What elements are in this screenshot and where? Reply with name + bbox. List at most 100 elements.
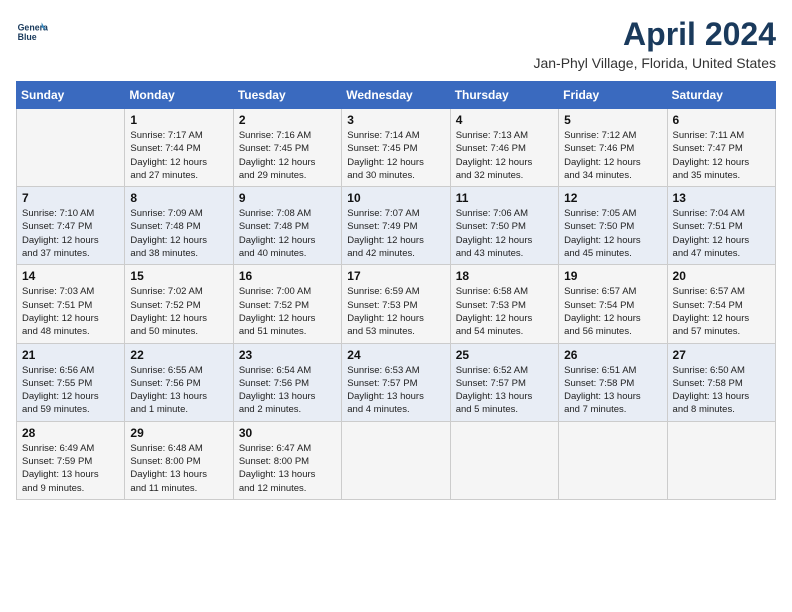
day-detail: Sunrise: 6:53 AM Sunset: 7:57 PM Dayligh… xyxy=(347,364,444,417)
day-detail: Sunrise: 7:02 AM Sunset: 7:52 PM Dayligh… xyxy=(130,285,227,338)
day-number: 18 xyxy=(456,269,553,283)
day-detail: Sunrise: 6:52 AM Sunset: 7:57 PM Dayligh… xyxy=(456,364,553,417)
day-number: 13 xyxy=(673,191,770,205)
calendar-cell xyxy=(450,421,558,499)
logo-icon: General Blue xyxy=(16,16,48,48)
logo: General Blue xyxy=(16,16,48,48)
day-number: 29 xyxy=(130,426,227,440)
day-number: 20 xyxy=(673,269,770,283)
weekday-header-saturday: Saturday xyxy=(667,82,775,109)
day-detail: Sunrise: 6:56 AM Sunset: 7:55 PM Dayligh… xyxy=(22,364,119,417)
weekday-header-row: SundayMondayTuesdayWednesdayThursdayFrid… xyxy=(17,82,776,109)
calendar-cell: 19 Sunrise: 6:57 AM Sunset: 7:54 PM Dayli… xyxy=(559,265,667,343)
calendar-cell: 23 Sunrise: 6:54 AM Sunset: 7:56 PM Dayli… xyxy=(233,343,341,421)
day-detail: Sunrise: 7:03 AM Sunset: 7:51 PM Dayligh… xyxy=(22,285,119,338)
calendar-subtitle: Jan-Phyl Village, Florida, United States xyxy=(533,55,776,71)
day-detail: Sunrise: 6:54 AM Sunset: 7:56 PM Dayligh… xyxy=(239,364,336,417)
day-number: 8 xyxy=(130,191,227,205)
day-number: 21 xyxy=(22,348,119,362)
weekday-header-thursday: Thursday xyxy=(450,82,558,109)
day-detail: Sunrise: 7:13 AM Sunset: 7:46 PM Dayligh… xyxy=(456,129,553,182)
calendar-cell: 3 Sunrise: 7:14 AM Sunset: 7:45 PM Daylig… xyxy=(342,109,450,187)
day-detail: Sunrise: 7:11 AM Sunset: 7:47 PM Dayligh… xyxy=(673,129,770,182)
calendar-cell xyxy=(667,421,775,499)
calendar-cell: 7 Sunrise: 7:10 AM Sunset: 7:47 PM Daylig… xyxy=(17,187,125,265)
day-detail: Sunrise: 7:17 AM Sunset: 7:44 PM Dayligh… xyxy=(130,129,227,182)
calendar-cell: 14Sunrise: 7:03 AM Sunset: 7:51 PM Dayli… xyxy=(17,265,125,343)
week-row-3: 14Sunrise: 7:03 AM Sunset: 7:51 PM Dayli… xyxy=(17,265,776,343)
day-detail: Sunrise: 7:08 AM Sunset: 7:48 PM Dayligh… xyxy=(239,207,336,260)
day-detail: Sunrise: 7:09 AM Sunset: 7:48 PM Dayligh… xyxy=(130,207,227,260)
day-detail: Sunrise: 6:48 AM Sunset: 8:00 PM Dayligh… xyxy=(130,442,227,495)
day-number: 19 xyxy=(564,269,661,283)
day-number: 30 xyxy=(239,426,336,440)
day-detail: Sunrise: 6:57 AM Sunset: 7:54 PM Dayligh… xyxy=(564,285,661,338)
calendar-cell: 26 Sunrise: 6:51 AM Sunset: 7:58 PM Dayli… xyxy=(559,343,667,421)
day-detail: Sunrise: 7:04 AM Sunset: 7:51 PM Dayligh… xyxy=(673,207,770,260)
day-number: 7 xyxy=(22,191,119,205)
day-detail: Sunrise: 6:55 AM Sunset: 7:56 PM Dayligh… xyxy=(130,364,227,417)
calendar-cell: 15 Sunrise: 7:02 AM Sunset: 7:52 PM Dayli… xyxy=(125,265,233,343)
day-detail: Sunrise: 7:06 AM Sunset: 7:50 PM Dayligh… xyxy=(456,207,553,260)
day-number: 2 xyxy=(239,113,336,127)
day-number: 1 xyxy=(130,113,227,127)
day-detail: Sunrise: 7:05 AM Sunset: 7:50 PM Dayligh… xyxy=(564,207,661,260)
day-number: 27 xyxy=(673,348,770,362)
day-detail: Sunrise: 6:51 AM Sunset: 7:58 PM Dayligh… xyxy=(564,364,661,417)
calendar-cell: 11Sunrise: 7:06 AM Sunset: 7:50 PM Dayli… xyxy=(450,187,558,265)
calendar-cell: 29 Sunrise: 6:48 AM Sunset: 8:00 PM Dayli… xyxy=(125,421,233,499)
weekday-header-tuesday: Tuesday xyxy=(233,82,341,109)
calendar-cell: 25Sunrise: 6:52 AM Sunset: 7:57 PM Dayli… xyxy=(450,343,558,421)
calendar-cell: 13 Sunrise: 7:04 AM Sunset: 7:51 PM Dayli… xyxy=(667,187,775,265)
calendar-cell xyxy=(342,421,450,499)
weekday-header-wednesday: Wednesday xyxy=(342,82,450,109)
calendar-cell: 9 Sunrise: 7:08 AM Sunset: 7:48 PM Daylig… xyxy=(233,187,341,265)
day-detail: Sunrise: 7:14 AM Sunset: 7:45 PM Dayligh… xyxy=(347,129,444,182)
calendar-cell: 6 Sunrise: 7:11 AM Sunset: 7:47 PM Daylig… xyxy=(667,109,775,187)
day-number: 10 xyxy=(347,191,444,205)
day-detail: Sunrise: 7:00 AM Sunset: 7:52 PM Dayligh… xyxy=(239,285,336,338)
calendar-cell: 5Sunrise: 7:12 AM Sunset: 7:46 PM Daylig… xyxy=(559,109,667,187)
calendar-cell: 12Sunrise: 7:05 AM Sunset: 7:50 PM Dayli… xyxy=(559,187,667,265)
calendar-cell: 2Sunrise: 7:16 AM Sunset: 7:45 PM Daylig… xyxy=(233,109,341,187)
day-detail: Sunrise: 6:58 AM Sunset: 7:53 PM Dayligh… xyxy=(456,285,553,338)
day-detail: Sunrise: 6:59 AM Sunset: 7:53 PM Dayligh… xyxy=(347,285,444,338)
week-row-1: 1 Sunrise: 7:17 AM Sunset: 7:44 PM Daylig… xyxy=(17,109,776,187)
calendar-cell: 22 Sunrise: 6:55 AM Sunset: 7:56 PM Dayli… xyxy=(125,343,233,421)
calendar-cell: 21 Sunrise: 6:56 AM Sunset: 7:55 PM Dayli… xyxy=(17,343,125,421)
day-number: 3 xyxy=(347,113,444,127)
calendar-body: 1 Sunrise: 7:17 AM Sunset: 7:44 PM Daylig… xyxy=(17,109,776,500)
day-detail: Sunrise: 7:10 AM Sunset: 7:47 PM Dayligh… xyxy=(22,207,119,260)
day-number: 5 xyxy=(564,113,661,127)
week-row-5: 28Sunrise: 6:49 AM Sunset: 7:59 PM Dayli… xyxy=(17,421,776,499)
calendar-cell xyxy=(17,109,125,187)
calendar-cell: 4Sunrise: 7:13 AM Sunset: 7:46 PM Daylig… xyxy=(450,109,558,187)
calendar-cell: 24Sunrise: 6:53 AM Sunset: 7:57 PM Dayli… xyxy=(342,343,450,421)
calendar-cell: 16Sunrise: 7:00 AM Sunset: 7:52 PM Dayli… xyxy=(233,265,341,343)
weekday-header-sunday: Sunday xyxy=(17,82,125,109)
day-number: 15 xyxy=(130,269,227,283)
calendar-cell: 8 Sunrise: 7:09 AM Sunset: 7:48 PM Daylig… xyxy=(125,187,233,265)
calendar-cell: 20 Sunrise: 6:57 AM Sunset: 7:54 PM Dayli… xyxy=(667,265,775,343)
svg-text:Blue: Blue xyxy=(18,32,37,42)
day-number: 23 xyxy=(239,348,336,362)
day-number: 9 xyxy=(239,191,336,205)
calendar-cell: 17 Sunrise: 6:59 AM Sunset: 7:53 PM Dayli… xyxy=(342,265,450,343)
day-number: 17 xyxy=(347,269,444,283)
title-section: April 2024 Jan-Phyl Village, Florida, Un… xyxy=(533,16,776,71)
day-number: 6 xyxy=(673,113,770,127)
day-detail: Sunrise: 6:47 AM Sunset: 8:00 PM Dayligh… xyxy=(239,442,336,495)
calendar-cell xyxy=(559,421,667,499)
calendar-title: April 2024 xyxy=(533,16,776,53)
calendar-cell: 18 Sunrise: 6:58 AM Sunset: 7:53 PM Dayli… xyxy=(450,265,558,343)
day-number: 26 xyxy=(564,348,661,362)
calendar-cell: 28Sunrise: 6:49 AM Sunset: 7:59 PM Dayli… xyxy=(17,421,125,499)
page-header: General Blue April 2024 Jan-Phyl Village… xyxy=(16,16,776,71)
week-row-4: 21 Sunrise: 6:56 AM Sunset: 7:55 PM Dayli… xyxy=(17,343,776,421)
calendar-cell: 27 Sunrise: 6:50 AM Sunset: 7:58 PM Dayli… xyxy=(667,343,775,421)
week-row-2: 7 Sunrise: 7:10 AM Sunset: 7:47 PM Daylig… xyxy=(17,187,776,265)
day-detail: Sunrise: 6:57 AM Sunset: 7:54 PM Dayligh… xyxy=(673,285,770,338)
day-number: 22 xyxy=(130,348,227,362)
calendar-cell: 1 Sunrise: 7:17 AM Sunset: 7:44 PM Daylig… xyxy=(125,109,233,187)
day-detail: Sunrise: 6:50 AM Sunset: 7:58 PM Dayligh… xyxy=(673,364,770,417)
